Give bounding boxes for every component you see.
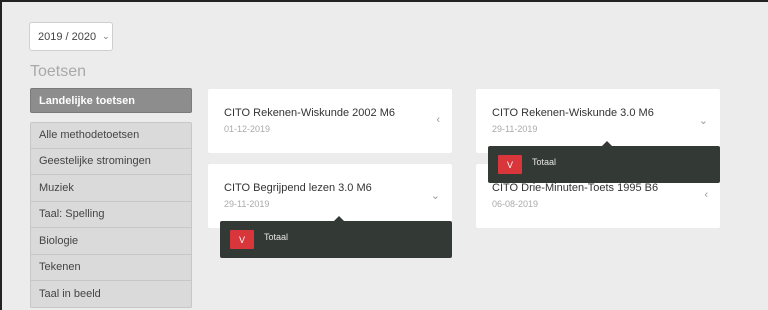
test-card-title: CITO Rekenen-Wiskunde 2002 M6 [224,107,395,119]
sidebar-item-taal-in-beeld[interactable]: Taal in beeld [30,281,192,308]
result-popover: V Totaal [488,141,720,183]
sidebar-item-alle-methodetoetsen[interactable]: Alle methodetoetsen [30,122,192,149]
year-select-value: 2019 / 2020 [38,30,97,43]
sidebar-item-landelijke-toetsen[interactable]: Landelijke toetsen [30,88,192,113]
result-badge[interactable]: V [230,230,254,249]
sidebar-item-geestelijke-stromingen[interactable]: Geestelijke stromingen [30,148,192,175]
sidebar-item-tekenen[interactable]: Tekenen [30,254,192,281]
chevron-down-icon[interactable]: ⌄ [699,114,708,127]
sidebar-item-muziek[interactable]: Muziek [30,175,192,202]
test-card-title: CITO Rekenen-Wiskunde 3.0 M6 [492,107,654,119]
test-card-date: 29-11-2019 [492,124,538,134]
year-select[interactable]: 2019 / 2020 ⌄ [29,22,113,51]
chevron-left-icon[interactable]: ‹ [436,114,440,126]
chevron-left-icon[interactable]: ‹ [704,189,708,201]
sidebar-list: Alle methodetoetsen Geestelijke stroming… [30,122,192,308]
result-badge[interactable]: V [498,155,522,174]
test-card[interactable]: CITO Rekenen-Wiskunde 2002 M6 01-12-2019… [208,89,452,153]
test-card-title: CITO Begrijpend lezen 3.0 M6 [224,182,372,194]
test-card[interactable]: CITO Begrijpend lezen 3.0 M6 29-11-2019 … [208,164,452,228]
page-title: Toetsen [30,63,87,80]
sidebar-item-taal-spelling[interactable]: Taal: Spelling [30,201,192,228]
test-card-date: 29-11-2019 [224,199,270,209]
test-card-date: 01-12-2019 [224,124,271,134]
test-card-date: 06-08-2019 [492,199,539,209]
page-frame: 2019 / 2020 ⌄ Toetsen Landelijke toetsen… [0,0,768,310]
result-popover: V Totaal [220,216,452,258]
sidebar-item-biologie[interactable]: Biologie [30,228,192,255]
chevron-down-icon[interactable]: ⌄ [431,189,440,202]
test-card-title: CITO Drie-Minuten-Toets 1995 B6 [492,182,659,194]
result-label: Totaal [532,156,557,167]
chevron-down-icon: ⌄ [102,31,110,41]
result-label: Totaal [264,231,289,242]
test-card[interactable]: CITO Rekenen-Wiskunde 3.0 M6 29-11-2019 … [476,89,720,153]
